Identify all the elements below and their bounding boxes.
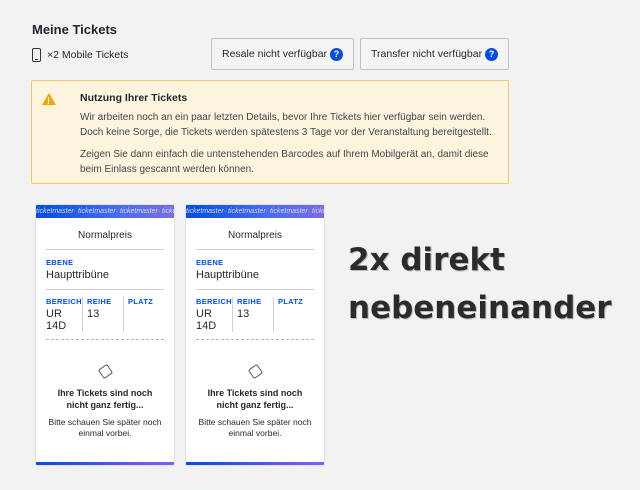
ebene-label: EBENE — [196, 258, 224, 267]
ticket-card[interactable]: ticketmaster· ticketmaster· ticketmaster… — [35, 204, 175, 466]
help-icon[interactable]: ? — [330, 47, 343, 61]
ticket-later-text: Bitte schauen Sie später noch einmal vor… — [198, 417, 312, 438]
ticket-icon — [247, 363, 263, 380]
reihe-value: 13 — [237, 308, 250, 320]
help-icon[interactable]: ? — [485, 47, 498, 61]
ticket-later-text: Bitte schauen Sie später noch einmal vor… — [48, 417, 162, 438]
transfer-button[interactable]: Transfer nicht verfügbar ? — [360, 38, 509, 70]
mobile-tickets-info: ×2 Mobile Tickets — [32, 48, 128, 62]
reihe-label: REIHE — [237, 297, 262, 306]
mobile-tickets-label: ×2 Mobile Tickets — [47, 49, 129, 61]
ticket-price-type: Normalpreis — [46, 218, 164, 250]
ebene-value: Haupttribüne — [46, 269, 109, 281]
annotation-overlay-text: 2x direkt nebeneinander — [348, 236, 612, 332]
ticket-pending-text: Ihre Tickets sind noch nicht ganz fertig… — [207, 388, 303, 410]
phone-icon — [32, 48, 41, 62]
annotation-line: 2x direkt — [348, 242, 505, 278]
notice-box: Nutzung Ihrer Tickets Wir arbeiten noch … — [31, 80, 509, 184]
resale-button-label: Resale nicht verfügbar — [222, 48, 328, 60]
bereich-value: UR 14D — [46, 308, 67, 332]
ticket-bottom-bar — [186, 462, 324, 465]
reihe-label: REIHE — [87, 297, 112, 306]
bereich-value: UR 14D — [196, 308, 217, 332]
ebene-value: Haupttribüne — [196, 269, 259, 281]
transfer-button-label: Transfer nicht verfügbar — [371, 48, 483, 60]
notice-text: Wir arbeiten noch an ein paar letzten De… — [80, 112, 492, 138]
platz-label: PLATZ — [278, 297, 304, 306]
ticket-icon — [97, 363, 113, 380]
platz-label: PLATZ — [128, 297, 154, 306]
ticketmaster-brand-bar: ticketmaster· ticketmaster· ticketmaster… — [36, 205, 174, 218]
resale-button[interactable]: Resale nicht verfügbar ? — [211, 38, 354, 70]
ticket-bottom-bar — [36, 462, 174, 465]
ticket-card[interactable]: ticketmaster· ticketmaster· ticketmaster… — [185, 204, 325, 466]
ebene-label: EBENE — [46, 258, 74, 267]
warning-icon — [42, 93, 56, 109]
ticket-price-type: Normalpreis — [196, 218, 314, 250]
bereich-label: BEREICH — [196, 297, 232, 306]
reihe-value: 13 — [87, 308, 100, 320]
notice-title: Nutzung Ihrer Tickets — [80, 92, 188, 104]
annotation-line: nebeneinander — [348, 290, 612, 326]
notice-text: Zeigen Sie dann einfach die untenstehend… — [80, 149, 489, 175]
page-title: Meine Tickets — [32, 22, 118, 37]
ticket-pending-text: Ihre Tickets sind noch nicht ganz fertig… — [57, 388, 153, 410]
ticketmaster-brand-bar: ticketmaster· ticketmaster· ticketmaster… — [186, 205, 324, 218]
bereich-label: BEREICH — [46, 297, 82, 306]
